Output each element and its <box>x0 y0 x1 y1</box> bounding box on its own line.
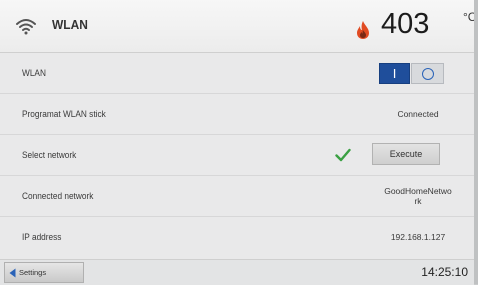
ip-address-value: 192.168.1.127 <box>390 232 446 242</box>
screen-edge <box>474 0 478 284</box>
settings-list: WLAN I Programat WLAN stick Connected Se… <box>0 53 474 257</box>
temperature-display: 403 <box>381 8 430 40</box>
off-circle-icon <box>422 68 434 80</box>
row-label: IP address <box>22 232 62 242</box>
stick-status-value: Connected <box>397 109 439 119</box>
row-label: Connected network <box>22 191 94 201</box>
settings-back-label: Settings <box>19 268 47 277</box>
row-connected-network: Connected network GoodHomeNetwo rk <box>0 176 474 217</box>
flame-icon <box>357 21 369 39</box>
check-icon <box>335 148 351 162</box>
screen: WLAN 403 °C WLAN I Programat WLAN stick … <box>0 0 476 285</box>
wifi-icon <box>16 19 36 35</box>
row-ip-address: IP address 192.168.1.127 <box>0 217 474 257</box>
clock: 14:25:10 <box>421 265 468 279</box>
toggle-on-button[interactable]: I <box>379 63 410 84</box>
connected-network-value: GoodHomeNetwo rk <box>384 186 452 206</box>
execute-button[interactable]: Execute <box>372 143 440 165</box>
footer-bar: Settings 14:25:10 <box>0 259 474 285</box>
row-label: Select network <box>22 150 77 160</box>
back-arrow-icon <box>9 268 16 278</box>
row-label: Programat WLAN stick <box>22 109 106 119</box>
row-wlan: WLAN I <box>0 53 474 94</box>
page-title: WLAN <box>52 17 88 32</box>
row-wlan-stick: Programat WLAN stick Connected <box>0 94 474 135</box>
row-label: WLAN <box>22 68 46 78</box>
toggle-off-button[interactable] <box>411 63 444 84</box>
row-select-network: Select network Execute <box>0 135 474 176</box>
settings-back-button[interactable]: Settings <box>4 262 84 283</box>
header-bar: WLAN 403 °C <box>0 0 476 53</box>
wlan-toggle[interactable]: I <box>379 63 444 84</box>
